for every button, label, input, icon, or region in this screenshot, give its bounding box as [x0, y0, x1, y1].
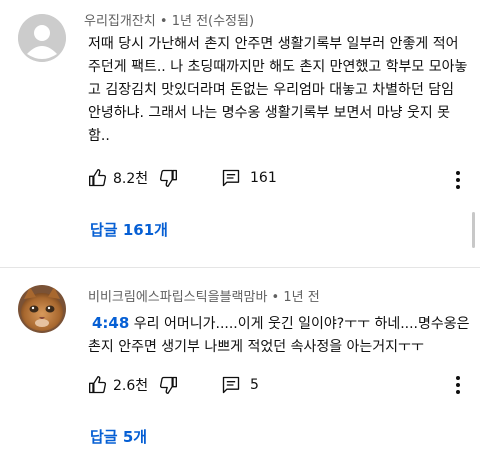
thumbs-down-icon [159, 376, 177, 394]
like-count: 2.6천 [113, 378, 149, 394]
reply-button[interactable]: 161 [221, 168, 277, 188]
comment-time: • 1년 전 [271, 290, 320, 305]
thumbs-up-icon [89, 169, 107, 187]
more-vert-icon[interactable] [448, 168, 468, 192]
default-person-icon [18, 14, 66, 62]
comment-line-text: 우리 어머니가.....이게 웃긴 일이야?ㅜㅜ 하네....명수옹은 [129, 316, 470, 332]
scrollbar[interactable] [472, 212, 475, 248]
like-count: 8.2천 [113, 171, 149, 187]
thumbs-up-icon [89, 376, 107, 394]
comment-icon [222, 376, 240, 394]
timestamp-link[interactable]: 4:48 [92, 314, 129, 332]
comment-2: 비비크림에스파립스틱을블랙맘바 • 1년 전 4:48 우리 어머니가.....… [0, 268, 480, 472]
like-button[interactable]: 2.6천 [88, 375, 148, 395]
avatar[interactable] [18, 285, 66, 333]
comment-meta: 우리집개잔치 • 1년 전(수정됨) [84, 10, 254, 29]
reply-count: 5 [250, 377, 259, 393]
thumbs-down-icon [159, 169, 177, 187]
dislike-button[interactable] [158, 168, 178, 188]
comment-line: 주던게 팩트.. 나 초딩때까지만 해도 촌지 만연했고 학부모 모아놓 [88, 59, 468, 75]
author-name[interactable]: 우리집개잔치 [84, 14, 156, 29]
view-replies-link[interactable]: 답글 161개 [90, 219, 168, 240]
reply-button[interactable]: 5 [221, 375, 259, 395]
comment-line: 함.. [88, 128, 110, 144]
comment-time: • 1년 전(수정됨) [159, 14, 255, 29]
comment-icon [222, 169, 240, 187]
comment-line: 안녕하냐. 그래서 나는 명수옹 생활기록부 보면서 마냥 웃지 못 [88, 105, 451, 121]
more-vert-icon[interactable] [448, 373, 468, 397]
author-name[interactable]: 비비크림에스파립스틱을블랙맘바 [88, 290, 267, 305]
comment-text: 4:48 우리 어머니가.....이게 웃긴 일이야?ㅜㅜ 하네....명수옹은… [88, 312, 472, 359]
cat-photo-avatar [18, 285, 66, 333]
comment-meta: 비비크림에스파립스틱을블랙맘바 • 1년 전 [88, 286, 320, 305]
like-button[interactable]: 8.2천 [88, 168, 148, 188]
comment-1: 우리집개잔치 • 1년 전(수정됨) 저때 당시 가난해서 촌지 안주면 생활기… [0, 0, 480, 267]
comment-line: 4:48 우리 어머니가.....이게 웃긴 일이야?ㅜㅜ 하네....명수옹은 [88, 312, 472, 336]
comment-line: 촌지 안주면 생기부 나쁘게 적었던 속사정을 아는거지ㅜㅜ [88, 339, 424, 355]
comment-line: 고 김장김치 맛있더라며 돈없는 우리엄마 대놓고 차별하던 담임 [88, 82, 455, 98]
view-replies-link[interactable]: 답글 5개 [90, 426, 147, 447]
dislike-button[interactable] [158, 375, 178, 395]
comment-line: 저때 당시 가난해서 촌지 안주면 생활기록부 일부러 안좋게 적어 [88, 36, 459, 52]
comment-text: 저때 당시 가난해서 촌지 안주면 생활기록부 일부러 안좋게 적어 주던게 팩… [88, 33, 472, 148]
reply-count: 161 [250, 170, 277, 186]
avatar[interactable] [18, 14, 66, 62]
